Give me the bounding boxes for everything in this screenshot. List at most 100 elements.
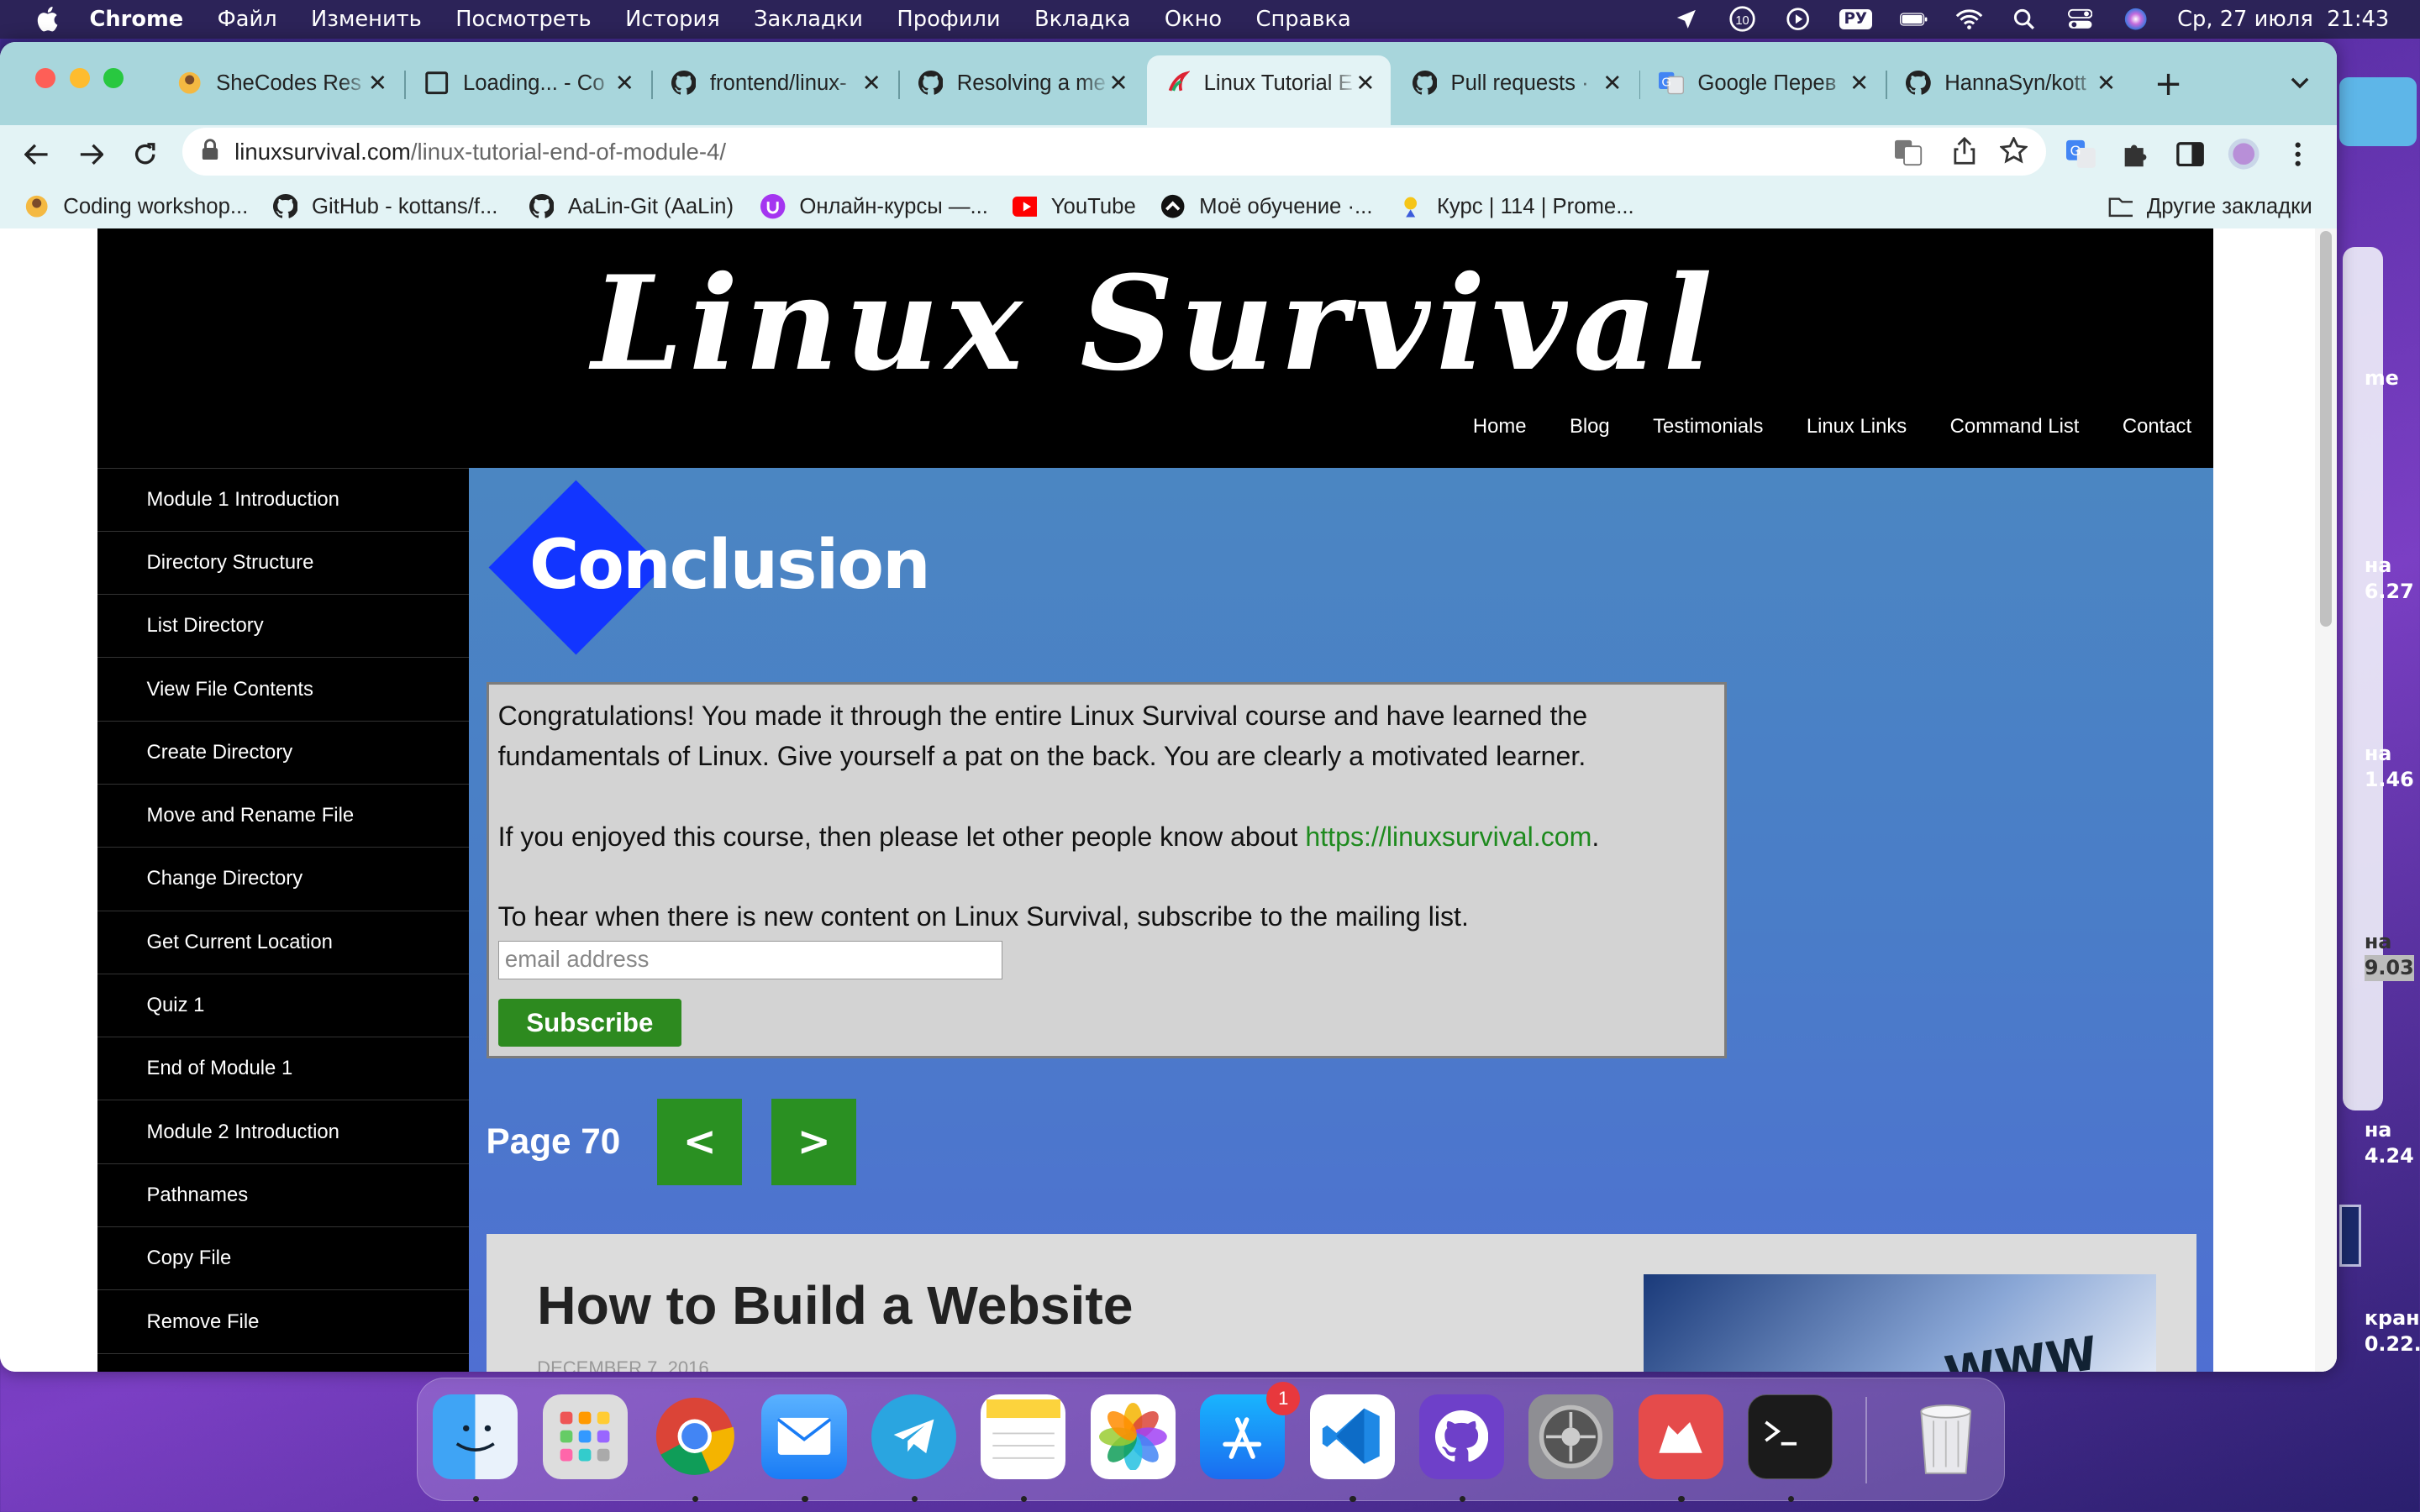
sidebar-item-remove-file[interactable]: Remove File [97,1289,470,1352]
apple-icon[interactable] [34,5,61,33]
google-translate-extension-icon[interactable]: G [2062,134,2102,175]
tab-github-kottans[interactable]: HannaSyn/kott ✕ [1887,55,2131,111]
subscribe-button[interactable]: Subscribe [497,999,682,1047]
menu-window[interactable]: Окно [1165,7,1222,32]
tab-search-chevron-icon[interactable] [2280,63,2320,103]
notes-icon[interactable] [981,1394,1066,1479]
menu-file[interactable]: Файл [218,7,277,32]
blog-post-card[interactable]: How to Build a Website DECEMBER 7, 2016 … [486,1234,2196,1372]
system-preferences-icon[interactable] [1528,1394,1614,1479]
next-page-button[interactable]: > [771,1098,857,1185]
timer-icon[interactable]: 10 [1728,6,1756,33]
github-desktop-icon[interactable] [1418,1394,1504,1479]
battery-icon[interactable] [1899,7,1928,31]
close-tab-icon[interactable]: ✕ [1602,70,1622,97]
sidebar-item-pathnames[interactable]: Pathnames [97,1163,470,1226]
terminal-icon[interactable] [1748,1394,1833,1479]
extensions-puzzle-icon[interactable] [2116,134,2156,175]
address-bar[interactable]: linuxsurvival.com/linux-tutorial-end-of-… [182,128,2047,176]
reload-icon[interactable] [125,134,166,175]
tab-github-frontend[interactable]: frontend/linux- ✕ [653,55,897,111]
side-panel-icon[interactable] [2170,134,2210,175]
nav-blog[interactable]: Blog [1570,415,1610,438]
vscode-icon[interactable] [1309,1394,1395,1479]
close-tab-icon[interactable]: ✕ [862,70,881,97]
bookmark-online-courses[interactable]: Онлайн-курсы —... [760,194,988,219]
nav-home[interactable]: Home [1473,415,1527,438]
siri-icon[interactable] [2122,7,2149,31]
nav-contact[interactable]: Contact [2123,415,2191,438]
new-tab-button[interactable]: + [2149,63,2189,103]
finder-icon[interactable] [433,1394,518,1479]
minimize-window-button[interactable] [69,67,90,88]
sidebar-item-move-rename-file[interactable]: Move and Rename File [97,783,470,847]
desktop-thumbnail[interactable] [2339,1205,2362,1267]
launchpad-icon[interactable] [542,1394,628,1479]
bookmark-prometheus[interactable]: Курс | 114 | Prome... [1398,194,1634,218]
control-center-icon[interactable] [2066,7,2094,31]
photos-icon[interactable] [1090,1394,1176,1479]
forward-arrow-icon[interactable] [71,134,111,175]
telegram-icon[interactable] [871,1394,956,1479]
share-icon[interactable] [1954,137,1975,171]
close-tab-icon[interactable]: ✕ [368,70,387,97]
sidebar-item-module2-intro[interactable]: Module 2 Introduction [97,1100,470,1163]
menu-profiles[interactable]: Профили [897,7,1000,32]
close-window-button[interactable] [35,67,56,88]
close-tab-icon[interactable]: ✕ [2096,70,2116,97]
bookmark-github-kottans[interactable]: GitHub - kottans/f... [273,194,497,219]
tab-codepen[interactable]: Loading... - Co ✕ [406,55,650,111]
back-arrow-icon[interactable] [17,134,57,175]
nav-testimonials[interactable]: Testimonials [1653,415,1763,438]
tab-google-translate[interactable]: G Google Перев ✕ [1640,55,1884,111]
bookmark-aalin-git[interactable]: AaLin-Git (AaLin) [529,194,734,219]
wifi-icon[interactable] [1955,7,1983,31]
sidebar-item-list-directory[interactable]: List Directory [97,594,470,657]
chrome-icon[interactable] [652,1394,737,1479]
search-icon[interactable] [2011,7,2039,31]
tab-github-pulls[interactable]: Pull requests · ✕ [1394,55,1638,111]
tab-github-resolving[interactable]: Resolving a me ✕ [900,55,1144,111]
trash-icon[interactable] [1904,1394,1989,1479]
sidebar-item-change-directory[interactable]: Change Directory [97,847,470,910]
sidebar-item-quiz1[interactable]: Quiz 1 [97,973,470,1037]
menu-edit[interactable]: Изменить [311,7,422,32]
keyboard-layout-badge[interactable]: РУ [1839,8,1872,30]
bookmark-my-learning[interactable]: Моё обучение ·... [1160,194,1372,218]
bookmark-youtube[interactable]: YouTube [1012,194,1136,218]
prev-page-button[interactable]: < [657,1098,743,1185]
clock[interactable]: Ср, 27 июля 21:43 [2177,7,2389,32]
menu-tab[interactable]: Вкладка [1034,7,1130,32]
lock-icon[interactable] [201,138,219,166]
app-store-icon[interactable]: 1 [1200,1381,1301,1479]
scrollbar-thumb[interactable] [2319,231,2333,627]
blog-post-title[interactable]: How to Build a Website [537,1274,1133,1336]
menu-help[interactable]: Справка [1256,7,1351,32]
sidebar-item-copy-file[interactable]: Copy File [97,1226,470,1289]
close-tab-icon[interactable]: ✕ [615,70,634,97]
nav-command-list[interactable]: Command List [1950,415,2080,438]
sidebar-item-create-directory[interactable]: Create Directory [97,720,470,784]
bear-icon[interactable] [1638,1394,1723,1479]
sidebar-item-next[interactable] [97,1352,470,1372]
bookmark-star-icon[interactable] [1999,136,2029,171]
desktop-folder-icon[interactable] [2339,76,2417,147]
translate-page-icon[interactable] [1895,139,1923,172]
menu-bookmarks[interactable]: Закладки [754,7,863,32]
tab-shecodes[interactable]: SheCodes Res ✕ [159,55,402,111]
close-tab-icon[interactable]: ✕ [1355,70,1375,97]
close-tab-icon[interactable]: ✕ [1109,70,1128,97]
bookmark-coding-workshop[interactable]: Coding workshop... [24,194,248,218]
menu-view[interactable]: Посмотреть [455,7,592,32]
sidebar-item-view-file-contents[interactable]: View File Contents [97,657,470,720]
sidebar-item-module1-intro[interactable]: Module 1 Introduction [97,467,470,531]
site-logo[interactable]: Linux Survival [97,247,2213,402]
menu-app-name[interactable]: Chrome [90,7,184,32]
other-bookmarks[interactable]: Другие закладки [2108,194,2312,218]
location-arrow-icon[interactable] [1673,7,1701,31]
sidebar-item-directory-structure[interactable]: Directory Structure [97,530,470,594]
zoom-window-button[interactable] [103,67,124,88]
blog-post-image[interactable]: WWW [1644,1274,2156,1372]
nav-linux-links[interactable]: Linux Links [1807,415,1907,438]
sidebar-item-end-module1[interactable]: End of Module 1 [97,1037,470,1100]
